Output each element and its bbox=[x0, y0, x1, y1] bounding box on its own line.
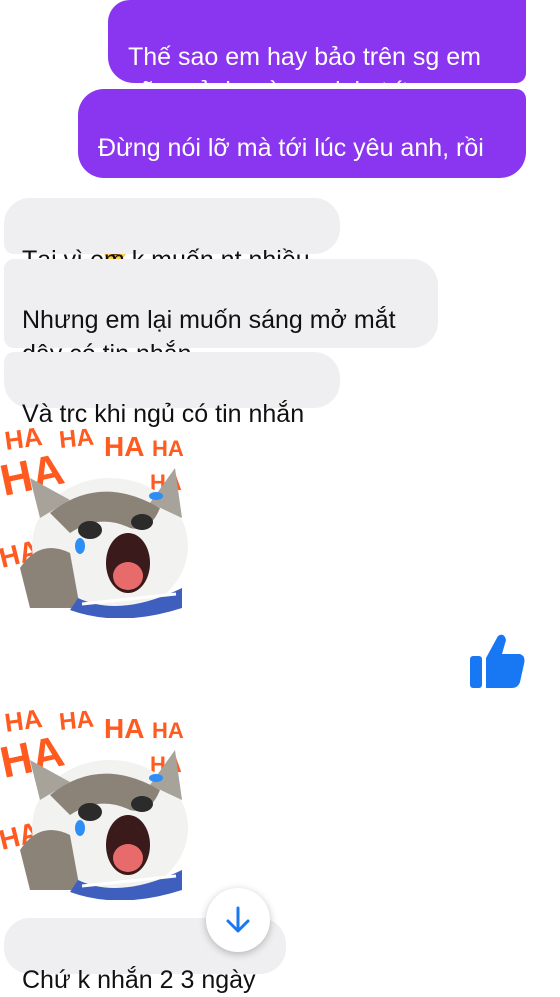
outgoing-message-bubble[interactable]: Thế sao em hay bảo trên sg em cũng rảnh … bbox=[108, 0, 526, 105]
message-text: Chứ k nhắn 2 3 ngày bbox=[22, 966, 256, 994]
laughing-cat-sticker[interactable]: HA HA HA HA HA HA HA bbox=[0, 700, 200, 900]
arrow-down-icon bbox=[226, 906, 250, 933]
sticker-text: HA bbox=[152, 436, 184, 461]
thumbs-up-icon[interactable] bbox=[468, 630, 526, 690]
outgoing-message-bubble[interactable]: Đừng nói lỡ mà tới lúc yêu anh, rồi lại … bbox=[78, 89, 526, 261]
sticker-text: HA bbox=[104, 431, 144, 462]
incoming-message-bubble[interactable]: Và trc khi ngủ có tin nhắn bbox=[4, 352, 340, 428]
message-text: Đừng nói lỡ mà tới lúc yêu anh, rồi bbox=[98, 134, 484, 162]
laughing-cat-sticker[interactable]: HA HA HA HA HA HA HA bbox=[0, 418, 200, 618]
sticker-text: HA bbox=[58, 423, 95, 453]
incoming-message-bubble[interactable]: Tại vì em k muốn nt nhiều bbox=[4, 198, 340, 274]
sticker-text: HA bbox=[58, 705, 95, 735]
scroll-to-bottom-button[interactable] bbox=[206, 888, 270, 952]
sticker-text: HA bbox=[104, 713, 144, 744]
sticker-text: HA bbox=[152, 718, 184, 743]
incoming-message-bubble[interactable]: Nhưng em lại muốn sáng mở mắt dậy có tin… bbox=[4, 259, 438, 368]
